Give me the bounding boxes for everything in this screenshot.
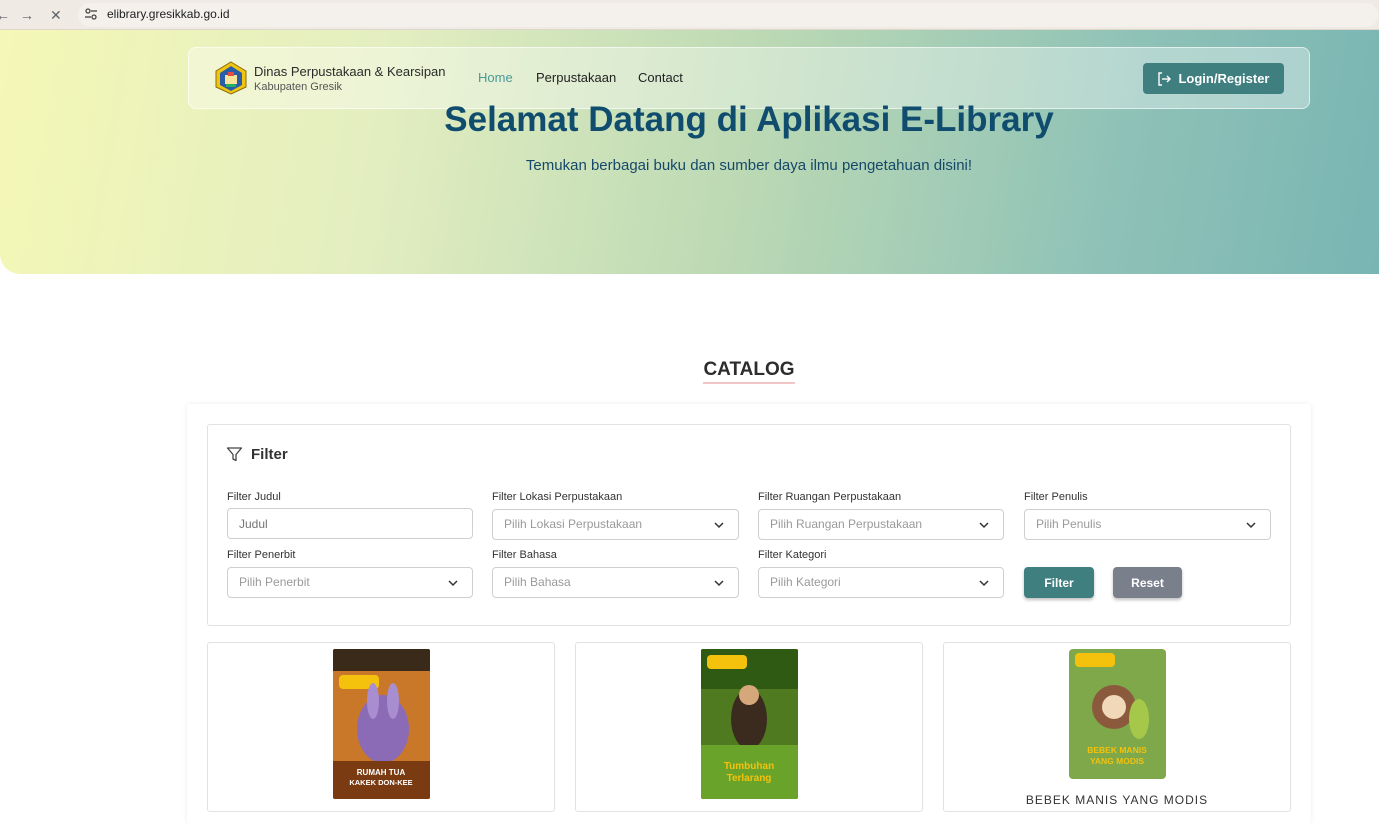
label-penulis: Filter Penulis (1024, 491, 1088, 503)
ruangan-placeholder: Pilih Ruangan Perpustakaan (770, 517, 923, 531)
chevron-down-icon (714, 522, 724, 529)
cover-text: YANG MODIS (1090, 756, 1144, 766)
login-register-label: Login/Register (1178, 71, 1270, 86)
nav-perpustakaan[interactable]: Perpustakaan (536, 70, 616, 85)
ruangan-select[interactable]: Pilih Ruangan Perpustakaan (758, 509, 1004, 540)
filter-button[interactable]: Filter (1024, 567, 1094, 598)
bahasa-select[interactable]: Pilih Bahasa (492, 567, 739, 598)
label-penerbit: Filter Penerbit (227, 549, 296, 561)
cover-text: RUMAH TUA (357, 768, 406, 777)
login-register-button[interactable]: Login/Register (1143, 63, 1284, 94)
bahasa-placeholder: Pilih Bahasa (504, 575, 571, 589)
chevron-down-icon (448, 580, 458, 587)
chevron-down-icon (979, 580, 989, 587)
label-ruangan: Filter Ruangan Perpustakaan (758, 491, 902, 503)
label-bahasa: Filter Bahasa (492, 549, 557, 561)
kabupaten-gresik-logo[interactable] (214, 61, 248, 95)
book-card[interactable]: BEBEK MANIS YANG MODIS BEBEK MANIS YANG … (943, 642, 1291, 812)
org-name: Dinas Perpustakaan & Kearsipan (254, 64, 446, 79)
nav-home[interactable]: Home (478, 70, 513, 85)
url-text[interactable]: elibrary.gresikkab.go.id (107, 7, 230, 21)
book-card[interactable]: RUMAH TUA KAKEK DON-KEE (207, 642, 555, 812)
chevron-down-icon (714, 580, 724, 587)
forward-icon[interactable]: → (20, 6, 34, 24)
book-cover-image[interactable]: BEBEK MANIS YANG MODIS (1069, 649, 1166, 779)
chevron-down-icon (1246, 522, 1256, 529)
filter-funnel-icon (226, 447, 243, 462)
site-info-icon[interactable] (84, 7, 98, 21)
penerbit-placeholder: Pilih Penerbit (239, 575, 310, 589)
cover-text: Terlarang (727, 773, 772, 784)
label-kategori: Filter Kategori (758, 549, 827, 561)
stop-loading-icon[interactable]: ✕ (50, 6, 62, 24)
label-lokasi: Filter Lokasi Perpustakaan (492, 491, 623, 503)
back-icon[interactable]: ← (0, 6, 10, 24)
nav-contact[interactable]: Contact (638, 70, 683, 85)
kategori-placeholder: Pilih Kategori (770, 575, 841, 589)
cover-text: KAKEK DON-KEE (349, 778, 412, 787)
penulis-select[interactable]: Pilih Penulis (1024, 509, 1271, 540)
book-card[interactable]: Tumbuhan Terlarang (575, 642, 923, 812)
org-subtitle: Kabupaten Gresik (254, 81, 343, 93)
address-bar[interactable] (78, 3, 1378, 27)
cover-text: BEBEK MANIS (1087, 745, 1147, 755)
kategori-select[interactable]: Pilih Kategori (758, 567, 1004, 598)
judul-input[interactable] (227, 508, 473, 539)
cover-text: Tumbuhan (724, 761, 774, 772)
lokasi-select[interactable]: Pilih Lokasi Perpustakaan (492, 509, 739, 540)
catalog-title: CATALOG (703, 359, 795, 380)
book-title[interactable]: BEBEK MANIS YANG MODIS (944, 793, 1290, 807)
lokasi-placeholder: Pilih Lokasi Perpustakaan (504, 517, 643, 531)
label-judul: Filter Judul (227, 491, 281, 503)
login-icon (1158, 71, 1172, 86)
catalog-title-underline (703, 382, 795, 384)
hero-subtitle: Temukan berbagai buku dan sumber daya il… (525, 157, 973, 174)
hero-title: Selamat Datang di Aplikasi E-Library (444, 100, 1054, 139)
reset-button[interactable]: Reset (1113, 567, 1182, 598)
book-cover-image[interactable]: Tumbuhan Terlarang (701, 649, 798, 799)
browser-toolbar: ← → ✕ elibrary.gresikkab.go.id (0, 0, 1379, 30)
penulis-placeholder: Pilih Penulis (1036, 517, 1102, 531)
filter-heading: Filter (251, 446, 288, 463)
book-cover-image[interactable]: RUMAH TUA KAKEK DON-KEE (333, 649, 430, 799)
chevron-down-icon (979, 522, 989, 529)
penerbit-select[interactable]: Pilih Penerbit (227, 567, 473, 598)
